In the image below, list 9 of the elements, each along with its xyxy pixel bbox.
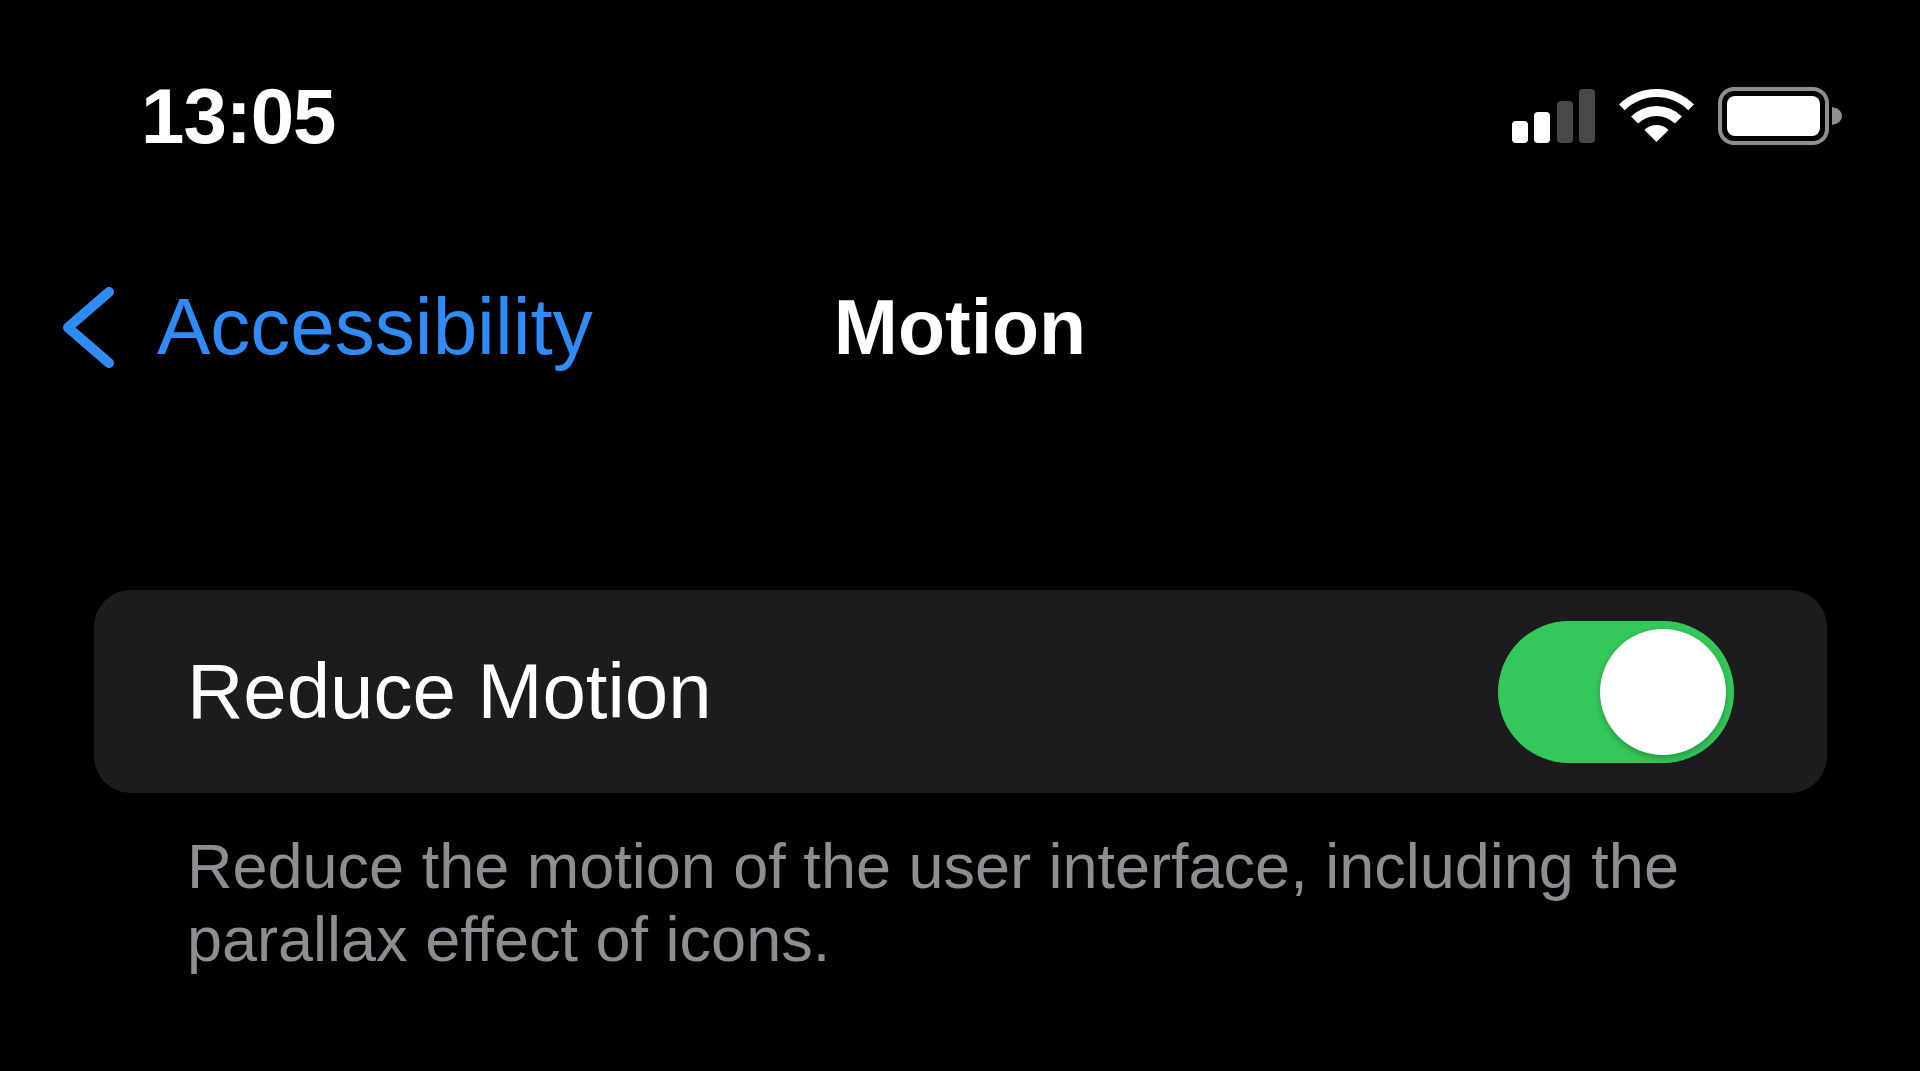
footer-note: Reduce the motion of the user interface, including the parallax effect of icons. <box>187 830 1680 976</box>
nav-title: Motion <box>833 282 1087 372</box>
status-time: 13:05 <box>141 77 336 155</box>
battery-icon <box>1718 87 1842 145</box>
setting-label: Reduce Motion <box>187 646 712 737</box>
wifi-icon <box>1619 89 1694 143</box>
back-button[interactable]: Accessibility <box>61 281 593 373</box>
chevron-left-icon <box>61 285 116 369</box>
signal-icon <box>1512 89 1595 143</box>
